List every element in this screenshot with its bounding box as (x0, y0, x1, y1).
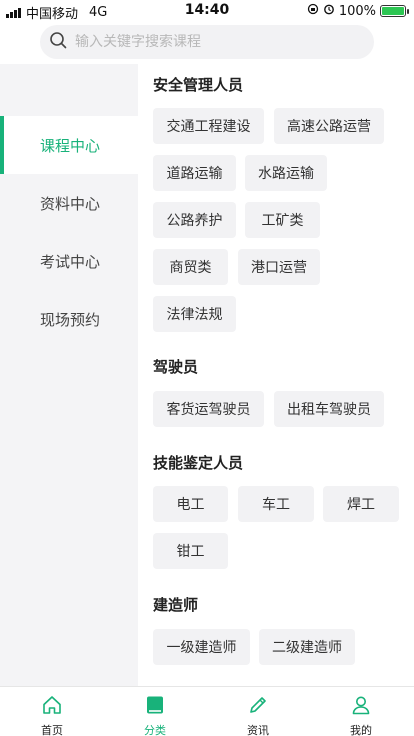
category-tag[interactable]: 一级建造师 (153, 629, 250, 665)
category-tag[interactable]: 商贸类 (153, 249, 228, 285)
status-bar: 中国移动 4G 14:40 100% (0, 0, 414, 22)
category-sidebar: 课程中心 资料中心 考试中心 现场预约 (0, 64, 138, 686)
alarm-icon (323, 3, 335, 19)
category-tag[interactable]: 工矿类 (245, 202, 320, 238)
orientation-lock-icon (307, 3, 319, 19)
category-tag[interactable]: 焊工 (323, 486, 399, 522)
battery-percent: 100% (338, 3, 376, 19)
category-tag[interactable]: 二级建造师 (259, 629, 355, 665)
category-tag[interactable]: 道路运输 (153, 155, 236, 191)
tab-label: 资讯 (247, 724, 269, 736)
sidebar-item-materials-center[interactable]: 资料中心 (0, 174, 138, 232)
sidebar-item-label: 课程中心 (40, 136, 101, 155)
book-icon (144, 687, 166, 720)
home-icon (41, 687, 63, 720)
section-title: 技能鉴定人员 (153, 454, 244, 472)
category-tag[interactable]: 电工 (153, 486, 228, 522)
category-tag[interactable]: 港口运营 (238, 249, 320, 285)
search-input[interactable] (75, 34, 345, 50)
sidebar-item-course-center[interactable]: 课程中心 (0, 116, 138, 174)
section-title: 建造师 (153, 596, 199, 614)
category-tag[interactable]: 出租车驾驶员 (274, 391, 384, 427)
category-tag[interactable]: 高速公路运营 (274, 108, 384, 144)
search-icon (49, 31, 67, 53)
section-title: 驾驶员 (153, 358, 199, 376)
sidebar-item-onsite-booking[interactable]: 现场预约 (0, 290, 138, 348)
tab-label: 我的 (350, 724, 372, 736)
status-right: 100% (307, 3, 409, 19)
category-content: 安全管理人员 交通工程建设 高速公路运营 道路运输 水路运输 公路养护 工矿类 … (138, 64, 414, 686)
tab-category[interactable]: 分类 (105, 687, 205, 736)
category-tag[interactable]: 客货运驾驶员 (153, 391, 264, 427)
tab-news[interactable]: 资讯 (208, 687, 308, 736)
battery-icon (380, 5, 409, 17)
tab-profile[interactable]: 我的 (311, 687, 411, 736)
sidebar-item-label: 资料中心 (40, 194, 101, 213)
tab-home[interactable]: 首页 (2, 687, 102, 736)
category-tag[interactable]: 公路养护 (153, 202, 236, 238)
category-tag[interactable]: 车工 (238, 486, 314, 522)
sidebar-item-label: 现场预约 (40, 310, 101, 329)
tab-label: 分类 (144, 724, 166, 736)
bottom-tab-bar: 首页 分类 资讯 我的 (0, 686, 414, 736)
tab-label: 首页 (41, 724, 63, 736)
category-tag[interactable]: 交通工程建设 (153, 108, 264, 144)
category-tag[interactable]: 钳工 (153, 533, 228, 569)
sidebar-item-exam-center[interactable]: 考试中心 (0, 232, 138, 290)
search-bar[interactable] (40, 25, 374, 59)
category-tag[interactable]: 法律法规 (153, 296, 236, 332)
sidebar-item-label: 考试中心 (40, 252, 101, 271)
category-tag[interactable]: 水路运输 (245, 155, 327, 191)
pencil-icon (247, 687, 269, 720)
user-icon (350, 687, 372, 720)
section-title: 安全管理人员 (153, 76, 244, 94)
